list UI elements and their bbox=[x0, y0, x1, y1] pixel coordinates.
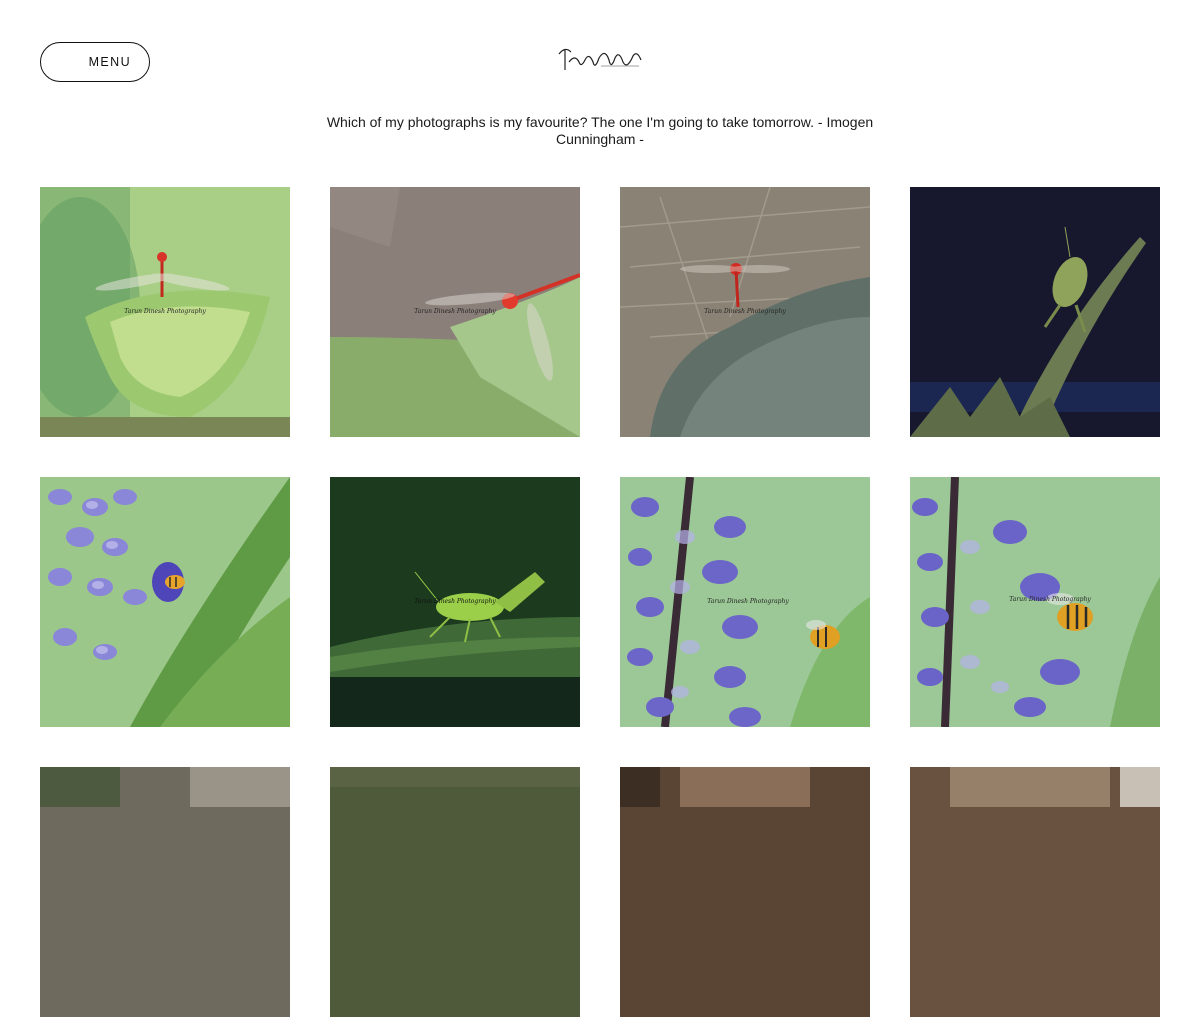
photo-partial-1 bbox=[40, 767, 290, 1017]
gallery-tile[interactable] bbox=[620, 767, 870, 1017]
gallery-tile[interactable] bbox=[40, 767, 290, 1017]
gallery-tile[interactable]: Tarun Dinesh Photography bbox=[40, 187, 290, 437]
tile-watermark: Tarun Dinesh Photography bbox=[707, 598, 789, 605]
photo-grasshopper-dark bbox=[910, 187, 1160, 437]
site-logo[interactable] bbox=[555, 40, 645, 80]
photo-red-dragonfly-rock: Tarun Dinesh Photography bbox=[620, 187, 870, 437]
tile-watermark: Tarun Dinesh Photography bbox=[414, 598, 496, 605]
photo-bee-flower-spike: Tarun Dinesh Photography bbox=[910, 477, 1160, 727]
photo-partial-3 bbox=[620, 767, 870, 1017]
gallery-tile[interactable] bbox=[330, 767, 580, 1017]
tile-watermark: Tarun Dinesh Photography bbox=[704, 308, 786, 315]
tile-watermark: Tarun Dinesh Photography bbox=[1009, 596, 1091, 603]
menu-button[interactable]: MENU bbox=[40, 42, 150, 82]
photo-bee-flying-flowers: Tarun Dinesh Photography bbox=[620, 477, 870, 727]
gallery-tile[interactable] bbox=[40, 477, 290, 727]
gallery-tile[interactable]: Tarun Dinesh Photography bbox=[330, 477, 580, 727]
photo-bee-purple-flowers bbox=[40, 477, 290, 727]
photo-partial-2 bbox=[330, 767, 580, 1017]
menu-button-label: MENU bbox=[88, 55, 131, 69]
photo-partial-4 bbox=[910, 767, 1160, 1017]
tile-watermark: Tarun Dinesh Photography bbox=[414, 308, 496, 315]
quote-text: Which of my photographs is my favourite?… bbox=[326, 114, 874, 147]
photo-grasshopper-leaf: Tarun Dinesh Photography bbox=[330, 477, 580, 727]
gallery-tile[interactable]: Tarun Dinesh Photography bbox=[620, 477, 870, 727]
tile-watermark: Tarun Dinesh Photography bbox=[124, 308, 206, 315]
photo-red-dragonfly-leaf-tip: Tarun Dinesh Photography bbox=[330, 187, 580, 437]
gallery-tile[interactable]: Tarun Dinesh Photography bbox=[330, 187, 580, 437]
gallery-tile[interactable]: Tarun Dinesh Photography bbox=[910, 477, 1160, 727]
gallery-tile[interactable] bbox=[910, 767, 1160, 1017]
gallery-tile[interactable]: Tarun Dinesh Photography bbox=[620, 187, 870, 437]
logo-signature bbox=[558, 48, 642, 70]
photo-red-dragonfly-leaf: Tarun Dinesh Photography bbox=[40, 187, 290, 437]
gallery-tile[interactable] bbox=[910, 187, 1160, 437]
